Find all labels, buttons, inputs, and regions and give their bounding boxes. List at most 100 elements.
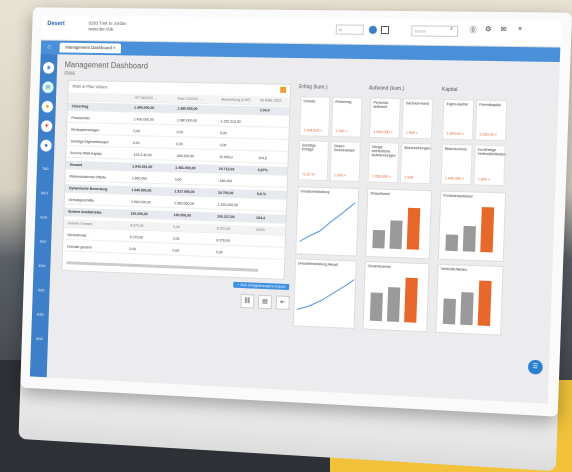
menu-icon[interactable]: ≡: [518, 27, 522, 33]
kpi-card[interactable]: Fremdkapital 1.930,00 ×: [475, 100, 507, 142]
date-display[interactable]: ▭: [336, 24, 364, 34]
notification-icon[interactable]: ✉: [500, 25, 506, 33]
row-label: Summe Gesamt: [68, 221, 93, 226]
column-header[interactable]: Plan 12/2022 ...: [178, 97, 202, 101]
settings-icon[interactable]: ⚙: [485, 25, 492, 33]
bar-chart-card: Gesamtsumme: [362, 261, 429, 332]
row-label: Summe RWA Kapital: [70, 151, 102, 156]
row-label: Derivatfonds: [67, 233, 86, 238]
bar: [443, 298, 456, 324]
table-cell: 1.800.000: [132, 176, 147, 180]
kpi-card[interactable]: Bilanzsumme 1.940.000 ×: [441, 144, 473, 186]
table-cell: 0,00: [176, 142, 183, 146]
search-icon[interactable]: ⌕: [450, 26, 453, 32]
page-subtitle: RWA: [64, 71, 75, 77]
link-icon[interactable]: ⛓: [240, 294, 254, 309]
line-series: [297, 277, 354, 311]
kpi-label: Eigen-kapital: [446, 102, 471, 107]
row-label: Sonstige Eigenleistungen: [70, 139, 108, 144]
sidebar-label[interactable]: E60: [34, 311, 47, 316]
background-scene: Desert 0293 Trek to Jordan www.dw-club ▭…: [0, 0, 572, 472]
bar-plot-area: [443, 277, 498, 326]
export-button[interactable]: + Zum erfolgsbezogene Export: [233, 282, 289, 290]
sidebar-item-1-icon[interactable]: ◉: [43, 62, 55, 74]
table-cell: 100.200,00: [130, 212, 147, 217]
row-label: Gesamt: [70, 163, 83, 167]
user-icon[interactable]: [369, 26, 377, 34]
collapse-icon[interactable]: ⇤: [276, 295, 290, 310]
sidebar-label[interactable]: B10: [38, 190, 51, 195]
line-chart-1: Umsatzentwicklung: [295, 186, 359, 256]
table-cell: 8.370,00: [216, 238, 230, 242]
kpi-card[interactable]: Rohertrag 1.250 ×: [331, 97, 362, 138]
chat-button[interactable]: ☰: [528, 360, 543, 375]
sidebar-item-2-icon[interactable]: ▤: [42, 81, 54, 93]
kpi-label: Fremdkapital: [479, 103, 504, 108]
kpi-card[interactable]: Eigen-kapital 1.300,00 ×: [442, 99, 474, 140]
table-cell: 1.152.213,00: [220, 119, 241, 123]
kpi-value: 1.934.623 ×: [303, 128, 322, 132]
kpi-card[interactable]: Zinsen Gewinnanteil 1.200 ×: [330, 141, 361, 182]
table-cell: -400.000,00: [176, 154, 195, 158]
table-cell: 0,00: [175, 178, 182, 182]
tab-management-dashboard[interactable]: Management Dashboard ×: [59, 43, 121, 54]
table-cell: 0,00: [176, 130, 183, 134]
table-cell: 10.000,0: [219, 155, 233, 159]
kpi-value: 1.200 ×: [334, 173, 346, 177]
column-header[interactable]: IST 06/2022 ...: [134, 96, 157, 100]
sidebar-label[interactable]: S30: [35, 287, 48, 292]
sidebar-item-5-icon[interactable]: ◆: [40, 140, 52, 152]
table-title: RWA in Plan Values: [72, 84, 107, 90]
project-info: 0293 Trek to Jordan www.dw-club: [88, 21, 126, 33]
bar: [389, 221, 402, 249]
row-label: Risikomindernde Effekte: [69, 175, 106, 180]
table-cell: 1.193.000,00: [217, 203, 238, 208]
kpi-label: Zinsen Gewinnanteil: [334, 144, 358, 153]
section-aufwand: Aufwand (kum.): [369, 85, 405, 92]
row-label: Derivatgeschäfte: [69, 198, 95, 203]
kpi-label: Abschreibungen: [404, 146, 429, 151]
table-cell: 1.940.000,00: [131, 188, 151, 193]
kpi-label: Übrige betriebliche Aufwendungen: [371, 145, 396, 158]
sidebar-label[interactable]: E00: [35, 263, 48, 268]
kpi-value: 1.940.000 ×: [445, 176, 465, 181]
table-cell: 190.000,00: [174, 213, 191, 218]
home-icon[interactable]: ⌂: [44, 42, 54, 52]
sidebar-label[interactable]: G10: [37, 214, 50, 219]
kpi-card[interactable]: Personal-aufwand 1.900.000 ×: [369, 98, 401, 139]
kpi-card[interactable]: Übrige betriebliche Aufwendungen 1.950.00…: [368, 142, 400, 183]
kpi-card[interactable]: Kurzfristige Verbindlichkeiten 1.800 ×: [473, 145, 505, 187]
table-cell: 0,00: [173, 237, 180, 241]
sidebar-label[interactable]: S20: [36, 239, 49, 244]
kpi-card[interactable]: Sonstige Erträge -0,10 %: [298, 140, 329, 181]
bar-chart-card: Verbindlichkeiten: [435, 264, 503, 336]
table-cell: 100%: [256, 228, 265, 232]
sidebar-item-3-icon[interactable]: ☻: [42, 101, 54, 113]
column-header[interactable]: Ist Mitte 2022: [260, 98, 281, 102]
table-cell: 1.380.000,00: [177, 107, 197, 111]
kpi-card[interactable]: Abschreibungen 1.936: [400, 143, 432, 184]
bar-chart-card: Provisionsaufwand: [438, 190, 506, 262]
export-icon[interactable]: [280, 87, 286, 93]
help-icon[interactable]: ⓪: [469, 25, 477, 35]
table-cell: 1.04,4: [260, 108, 270, 112]
grid-icon[interactable]: [381, 26, 389, 34]
kpi-label: Sachauf-wand: [406, 101, 431, 106]
column-header[interactable]: Abweichung (CHF): [221, 98, 251, 103]
kpi-card[interactable]: Sachauf-wand 1.930 ×: [401, 98, 433, 139]
kpi-card[interactable]: Umsatz 1.934.623 ×: [299, 96, 330, 137]
sidebar-item-4-icon[interactable]: ✚: [41, 120, 53, 132]
monitor: Desert 0293 Trek to Jordan www.dw-club ▭…: [0, 0, 572, 472]
bar: [404, 278, 418, 323]
document-icon[interactable]: ▤: [258, 295, 272, 310]
kpi-value: 1.900.000 ×: [373, 130, 392, 134]
app-logo[interactable]: Desert: [47, 21, 65, 27]
sidebar-label[interactable]: B40: [33, 336, 46, 341]
line-chart-svg: [295, 269, 356, 320]
table-cell: 100.227,00: [217, 215, 235, 220]
close-icon[interactable]: ×: [113, 45, 116, 50]
bar: [478, 281, 492, 326]
table-cell: 8.370,00: [130, 235, 143, 239]
table-cell: 1.940.000,00: [131, 200, 151, 205]
sidebar-label[interactable]: T60: [39, 166, 52, 171]
